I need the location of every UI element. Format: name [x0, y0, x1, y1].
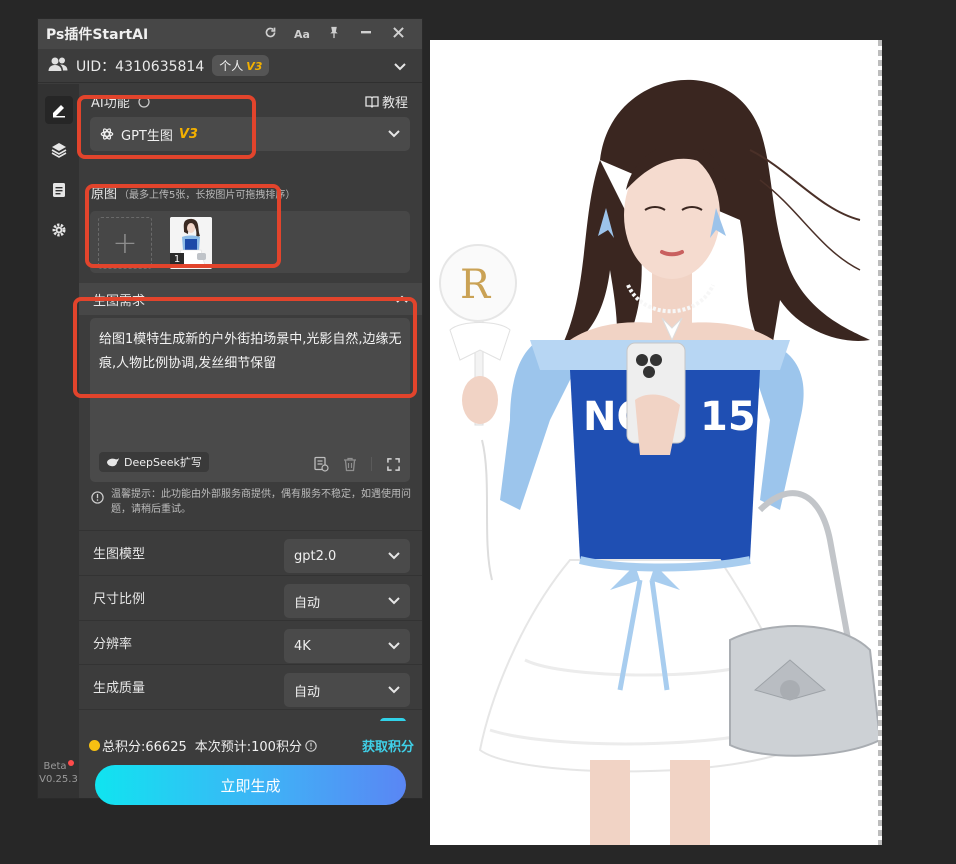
deepseek-whale-icon: [107, 458, 119, 467]
chevron-down-icon[interactable]: [394, 56, 406, 75]
tutorial-text: 教程: [381, 96, 408, 111]
prompt-library-icon: [314, 456, 329, 472]
close-icon[interactable]: [382, 26, 414, 42]
deepseek-label: DeepSeek扩写: [124, 456, 202, 469]
user-id: UID：4310635814: [76, 58, 205, 75]
plan-version: V3: [246, 60, 263, 73]
service-tip-text: 温馨提示：此功能由外部服务商提供，偶有服务不稳定，如遇使用问题，请稍后重试。: [111, 489, 411, 515]
plan-name: 个人: [219, 59, 244, 73]
beta-label: Beta: [43, 761, 67, 772]
settings-icon[interactable]: [45, 216, 73, 244]
highlight-box-source-image: [85, 184, 281, 268]
get-points-link[interactable]: 获取积分: [362, 736, 414, 755]
aspect-ratio-label: 尺寸比例: [93, 592, 146, 607]
chevron-down-icon: [388, 127, 400, 142]
wand-letter: R: [460, 262, 492, 308]
resolution-row: 分辨率 4K: [79, 620, 422, 664]
model-label: 生图模型: [93, 547, 146, 562]
highlight-box-ai-function: [77, 95, 256, 159]
refresh-icon[interactable]: [254, 26, 286, 43]
highlight-box-prompt: [73, 297, 417, 398]
aspect-ratio-row: 尺寸比例 自动: [79, 575, 422, 619]
model-row: 生图模型 gpt2.0: [79, 530, 422, 574]
beta-dot: [67, 760, 74, 766]
chevron-down-icon: [388, 639, 400, 654]
notes-icon[interactable]: [45, 176, 73, 204]
prompt-toolbar: [313, 456, 400, 472]
resolution-label: 分辨率: [93, 637, 133, 652]
document-canvas: NO 15 R: [430, 40, 882, 845]
layers-icon[interactable]: [45, 136, 73, 164]
canvas-edge: [878, 40, 882, 845]
book-icon: [365, 96, 379, 108]
aspect-ratio-value: 自动: [294, 595, 321, 611]
chevron-down-icon: [388, 683, 400, 698]
pin-icon[interactable]: [318, 26, 350, 43]
sidebar: Beta V0.25.3: [38, 84, 79, 798]
users-icon: [48, 56, 76, 76]
version-label: V0.25.3: [39, 774, 78, 785]
coin-icon: [89, 740, 100, 751]
model-photo: NO 15 R: [439, 79, 882, 845]
shirt-print: 15: [700, 394, 756, 440]
trash-icon: [344, 457, 356, 471]
fullscreen-icon: [387, 457, 400, 471]
model-value: gpt2.0: [294, 548, 337, 564]
edit-icon[interactable]: [44, 96, 73, 124]
toolbar-divider: [371, 457, 372, 471]
quality-select[interactable]: 自动: [284, 673, 410, 707]
model-select[interactable]: gpt2.0: [284, 539, 410, 573]
tutorial-link[interactable]: 教程: [365, 92, 408, 111]
title-bar: Ps插件StartAI Aa: [38, 19, 422, 49]
footer: 总积分:66625 本次预计:100积分 获取积分 立即生成: [79, 721, 422, 805]
chevron-down-icon: [388, 549, 400, 564]
quality-value: 自动: [294, 684, 321, 700]
hidden-option-row: [79, 709, 422, 721]
points-info: 总积分:66625 本次预计:100积分: [89, 736, 317, 755]
user-bar[interactable]: UID：4310635814 个人 V3: [38, 49, 422, 83]
plan-badge: 个人 V3: [212, 55, 270, 76]
info-icon: [91, 491, 104, 504]
aspect-ratio-select[interactable]: 自动: [284, 584, 410, 618]
info-icon: [305, 739, 317, 752]
resolution-select[interactable]: 4K: [284, 629, 410, 663]
minimize-icon[interactable]: [350, 26, 382, 42]
service-tip: 温馨提示：此功能由外部服务商提供，偶有服务不稳定，如遇使用问题，请稍后重试。: [91, 487, 412, 517]
estimated-cost: 本次预计:100积分: [194, 740, 302, 755]
generate-button[interactable]: 立即生成: [95, 765, 406, 805]
font-icon[interactable]: Aa: [286, 28, 318, 41]
quality-row: 生成质量 自动: [79, 664, 422, 708]
deepseek-expand-button[interactable]: DeepSeek扩写: [99, 452, 209, 472]
chevron-down-icon: [388, 594, 400, 609]
version-info: Beta V0.25.3: [38, 760, 79, 786]
app-title: Ps插件StartAI: [46, 27, 149, 43]
total-points: 总积分:66625: [102, 740, 187, 755]
quality-label: 生成质量: [93, 681, 146, 696]
resolution-value: 4K: [294, 638, 311, 654]
